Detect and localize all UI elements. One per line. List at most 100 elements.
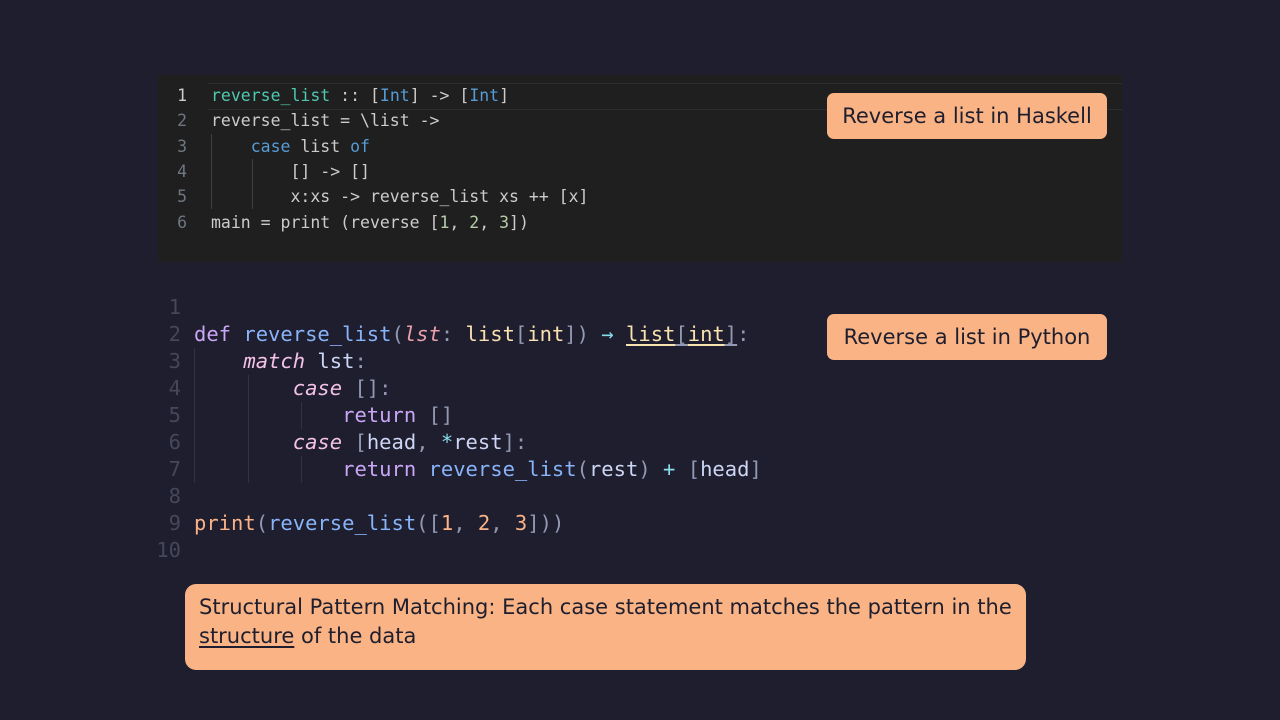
code-text: def reverse_list(lst: list[int]) → list[… — [194, 321, 749, 348]
code-token: Int — [379, 86, 410, 105]
code-token: 2 — [469, 212, 480, 232]
code-token: ] — [724, 322, 738, 346]
code-token: reverse_list — [428, 457, 577, 481]
code-text: return reverse_list(rest) + [head] — [194, 456, 762, 483]
code-token: ]) — [509, 212, 529, 232]
line-number: 6 — [177, 212, 187, 232]
code-token: 1 — [440, 511, 454, 535]
python-label: Reverse a list in Python — [827, 314, 1107, 360]
code-token: print — [194, 511, 256, 535]
line-number: 6 — [168, 430, 181, 454]
code-text: case list of — [211, 134, 370, 159]
code-token: x:xs -> reverse_list xs ++ [x] — [211, 187, 589, 207]
code-token: ]: — [502, 430, 528, 454]
line-number: 3 — [177, 136, 187, 156]
line-number: 1 — [168, 295, 181, 319]
caption-text-end: of the data — [294, 624, 417, 648]
line-number: 9 — [168, 511, 181, 535]
code-token: , — [490, 511, 515, 535]
code-token: ) — [638, 457, 664, 481]
code-token: : — [440, 322, 466, 346]
caption-text: Structural Pattern Matching: Each case s… — [199, 595, 1012, 619]
code-token: ] — [499, 86, 510, 105]
caption-box: Structural Pattern Matching: Each case s… — [185, 584, 1026, 670]
code-token: rest — [453, 430, 503, 454]
code-text: reverse_list = \list -> — [211, 108, 439, 133]
code-text: case []: — [194, 375, 392, 402]
line-number: 1 — [177, 86, 187, 105]
code-token: def — [194, 322, 232, 346]
code-token: [ — [675, 457, 701, 481]
code-token: , — [449, 212, 470, 232]
code-token: case — [292, 430, 343, 454]
code-text: match lst: — [194, 348, 366, 375]
line-number: 7 — [168, 457, 181, 481]
code-token: * — [440, 430, 454, 454]
code-token: → — [601, 322, 614, 346]
code-token: :: [ — [330, 86, 380, 105]
code-token: return — [342, 403, 417, 427]
code-token: of — [350, 136, 370, 156]
code-token: match — [243, 349, 306, 373]
code-token: return — [342, 457, 417, 481]
code-token: ( — [391, 322, 404, 346]
code-token: lst — [305, 349, 355, 373]
code-token: 3 — [499, 212, 510, 232]
code-token: rest — [588, 457, 639, 481]
code-token: []: — [342, 376, 392, 400]
code-token: 2 — [477, 511, 491, 535]
code-token: case — [292, 376, 343, 400]
code-text: main = print (reverse [1, 2, 3]) — [211, 210, 529, 235]
code-text: reverse_list :: [Int] -> [Int] — [211, 83, 509, 108]
line-number: 2 — [168, 322, 181, 346]
line-number: 2 — [177, 111, 187, 131]
code-token: list — [626, 322, 676, 346]
code-token: ( — [255, 511, 269, 535]
code-token: 3 — [514, 511, 528, 535]
code-token: int — [527, 322, 565, 346]
haskell-label: Reverse a list in Haskell — [827, 93, 1107, 139]
code-token: [] -> [] — [211, 161, 370, 181]
code-token: , — [453, 511, 478, 535]
code-token: reverse_list = \list -> — [211, 111, 440, 131]
code-token: [ — [342, 430, 367, 454]
code-text: x:xs -> reverse_list xs ++ [x] — [211, 184, 589, 209]
line-number: 5 — [177, 187, 187, 207]
line-number: 8 — [168, 484, 181, 508]
code-token: , — [416, 430, 441, 454]
line-number: 3 — [168, 349, 181, 373]
caption-emphasis: structure — [199, 624, 295, 648]
code-token: int — [687, 322, 725, 346]
code-token: reverse_list — [211, 86, 331, 105]
code-text: [] -> [] — [211, 159, 370, 184]
code-text: print(reverse_list([1, 2, 3])) — [194, 510, 564, 537]
python-code-editor: 1 2 def reverse_list(lst: list[int]) → lis… — [150, 294, 810, 566]
code-token: lst — [403, 322, 441, 346]
code-text: return [] — [194, 402, 453, 429]
line-number: 4 — [168, 376, 181, 400]
code-token: [ — [514, 322, 528, 346]
code-token: head — [700, 457, 750, 481]
code-token: main = print (reverse [ — [211, 212, 440, 232]
line-number: 5 — [168, 403, 181, 427]
code-token: ])) — [527, 511, 565, 535]
code-token: , — [479, 212, 500, 232]
line-number: 4 — [177, 161, 187, 181]
code-token: list — [465, 322, 515, 346]
code-token: [ — [675, 322, 688, 346]
code-token: Int — [469, 86, 500, 105]
code-token: list — [290, 136, 351, 156]
code-token: + — [663, 457, 676, 481]
code-token: 1 — [439, 212, 450, 232]
code-token: : — [737, 322, 750, 346]
code-token: ]) — [564, 322, 602, 346]
code-token: ([ — [416, 511, 441, 535]
